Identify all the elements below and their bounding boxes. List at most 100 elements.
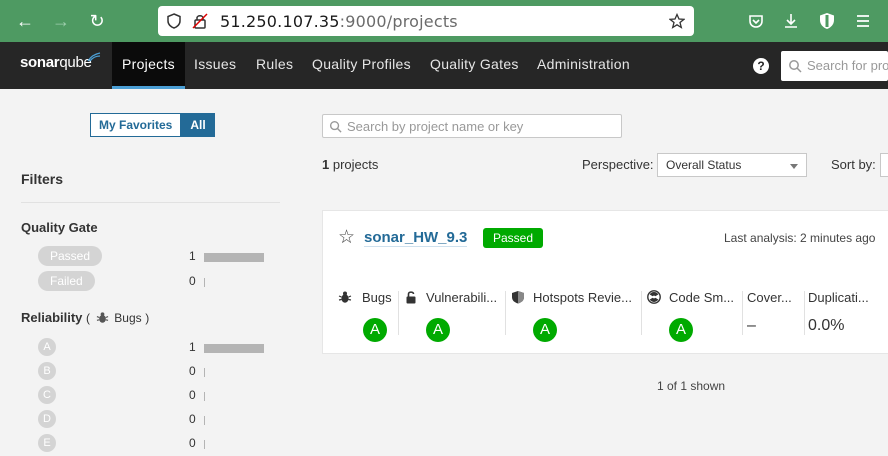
quality-gate-facet-title: Quality Gate: [21, 220, 98, 235]
menu-icon[interactable]: [853, 11, 873, 31]
extension-shield-icon[interactable]: [817, 11, 837, 31]
project-count: 1 projects: [322, 157, 378, 172]
nav-rules[interactable]: Rules: [256, 42, 293, 89]
bug-icon: [96, 312, 108, 323]
global-search-input[interactable]: Search for pro: [781, 51, 888, 81]
project-count-number: 1: [322, 157, 330, 172]
facet-option-c[interactable]: C 0: [38, 385, 268, 405]
measure-duplications[interactable]: Duplicati... 0.0%: [808, 286, 888, 342]
reliability-sub-label: Bugs: [114, 311, 142, 325]
sonarqube-logo[interactable]: sonarqube: [20, 52, 101, 71]
logo-waves-icon: [87, 52, 101, 62]
help-icon[interactable]: ?: [753, 58, 769, 74]
option-bar: [204, 392, 205, 401]
rating-badge: A: [533, 318, 557, 342]
measure-value: 0.0%: [808, 317, 845, 334]
option-bar: [204, 440, 205, 449]
option-label: Failed: [38, 271, 95, 291]
favorites-toggle: My Favorites All: [90, 113, 215, 137]
perspective-select[interactable]: Overall Status: [657, 153, 807, 177]
rating-badge: D: [38, 410, 56, 428]
nav-administration[interactable]: Administration: [537, 42, 630, 89]
rating-badge: E: [38, 434, 56, 452]
measure-label: Duplicati...: [808, 290, 869, 305]
project-name-link[interactable]: sonar_HW_9.3: [364, 229, 468, 247]
projects-main: Search by project name or key 1 projects…: [302, 89, 888, 456]
project-search-input[interactable]: Search by project name or key: [322, 114, 622, 138]
rating-badge: A: [669, 318, 693, 342]
option-count: 0: [189, 436, 196, 450]
shield-icon[interactable]: [166, 13, 182, 29]
option-label: Passed: [38, 246, 103, 266]
divider: [21, 202, 280, 203]
measure-bugs[interactable]: Bugs A: [338, 286, 398, 342]
option-count: 1: [189, 249, 196, 263]
reliability-paren-close: ): [145, 311, 150, 325]
rating-badge: A: [363, 318, 387, 342]
app-header: sonarqube Projects Issues Rules Quality …: [0, 42, 888, 89]
nav-projects[interactable]: Projects: [112, 42, 185, 89]
sort-label: Sort by:: [831, 157, 876, 172]
divider: [742, 291, 743, 335]
option-count: 1: [189, 340, 196, 354]
option-count: 0: [189, 274, 196, 288]
divider: [804, 291, 805, 335]
facet-option-failed[interactable]: Failed 0: [38, 271, 268, 291]
facet-option-a[interactable]: A 1: [38, 337, 268, 357]
measure-hotspots[interactable]: Hotspots Revie... A: [511, 286, 641, 342]
my-favorites-button[interactable]: My Favorites: [90, 113, 182, 137]
quality-gate-status-badge: Passed: [483, 228, 544, 248]
facet-option-passed[interactable]: Passed 1: [38, 246, 268, 266]
rating-badge: B: [38, 362, 56, 380]
address-bar[interactable]: 51.250.107.35:9000/projects: [158, 6, 694, 36]
measure-coverage[interactable]: Cover... –: [747, 286, 803, 342]
filters-title: Filters: [21, 171, 64, 187]
measure-label: Code Sm...: [669, 290, 735, 305]
option-count: 0: [189, 388, 196, 402]
forward-arrow-icon[interactable]: →: [51, 11, 71, 31]
option-bar: [204, 253, 264, 262]
measure-label: Bugs: [362, 290, 392, 305]
sort-select[interactable]: [880, 153, 888, 177]
facet-option-b[interactable]: B 0: [38, 361, 268, 381]
facet-option-d[interactable]: D 0: [38, 409, 268, 429]
pocket-icon[interactable]: [746, 11, 766, 31]
rating-badge: A: [426, 318, 450, 342]
shield-icon: [512, 291, 524, 304]
search-icon: [329, 120, 342, 133]
rating-badge: A: [38, 338, 56, 356]
measure-vulnerabilities[interactable]: Vulnerabili... A: [404, 286, 504, 342]
nav-quality-profiles[interactable]: Quality Profiles: [312, 42, 411, 89]
measure-label: Cover...: [747, 290, 792, 305]
filters-sidebar: My Favorites All Filters Quality Gate Pa…: [0, 89, 302, 456]
option-count: 0: [189, 364, 196, 378]
radiation-icon: [647, 290, 661, 304]
divider: [505, 291, 506, 335]
option-bar: [204, 368, 205, 377]
shown-count: 1 of 1 shown: [657, 379, 726, 393]
project-search-placeholder: Search by project name or key: [347, 119, 524, 134]
nav-quality-gates[interactable]: Quality Gates: [430, 42, 519, 89]
download-icon[interactable]: [781, 11, 801, 31]
perspective-value: Overall Status: [666, 158, 742, 172]
measure-value: –: [747, 317, 756, 334]
nav-issues[interactable]: Issues: [194, 42, 236, 89]
all-button[interactable]: All: [181, 113, 215, 137]
url-text: 51.250.107.35:9000/projects: [220, 12, 458, 31]
url-host: 51.250.107.35: [220, 12, 340, 31]
option-bar: [204, 344, 264, 353]
measure-code-smells[interactable]: Code Sm... A: [647, 286, 740, 342]
rating-badge: C: [38, 386, 56, 404]
back-arrow-icon[interactable]: ←: [15, 11, 35, 31]
measure-label: Hotspots Revie...: [533, 290, 632, 305]
insecure-lock-icon[interactable]: [192, 13, 208, 29]
reload-icon[interactable]: ↻: [87, 11, 107, 31]
option-bar: [204, 416, 205, 425]
last-analysis: Last analysis: 2 minutes ago: [724, 231, 876, 245]
chevron-down-icon: [790, 164, 798, 169]
favorite-star-icon[interactable]: ☆: [338, 228, 355, 248]
bookmark-star-icon[interactable]: [669, 13, 685, 29]
project-count-label: projects: [332, 157, 379, 172]
lock-icon: [406, 291, 416, 304]
facet-option-e[interactable]: E 0: [38, 433, 268, 453]
